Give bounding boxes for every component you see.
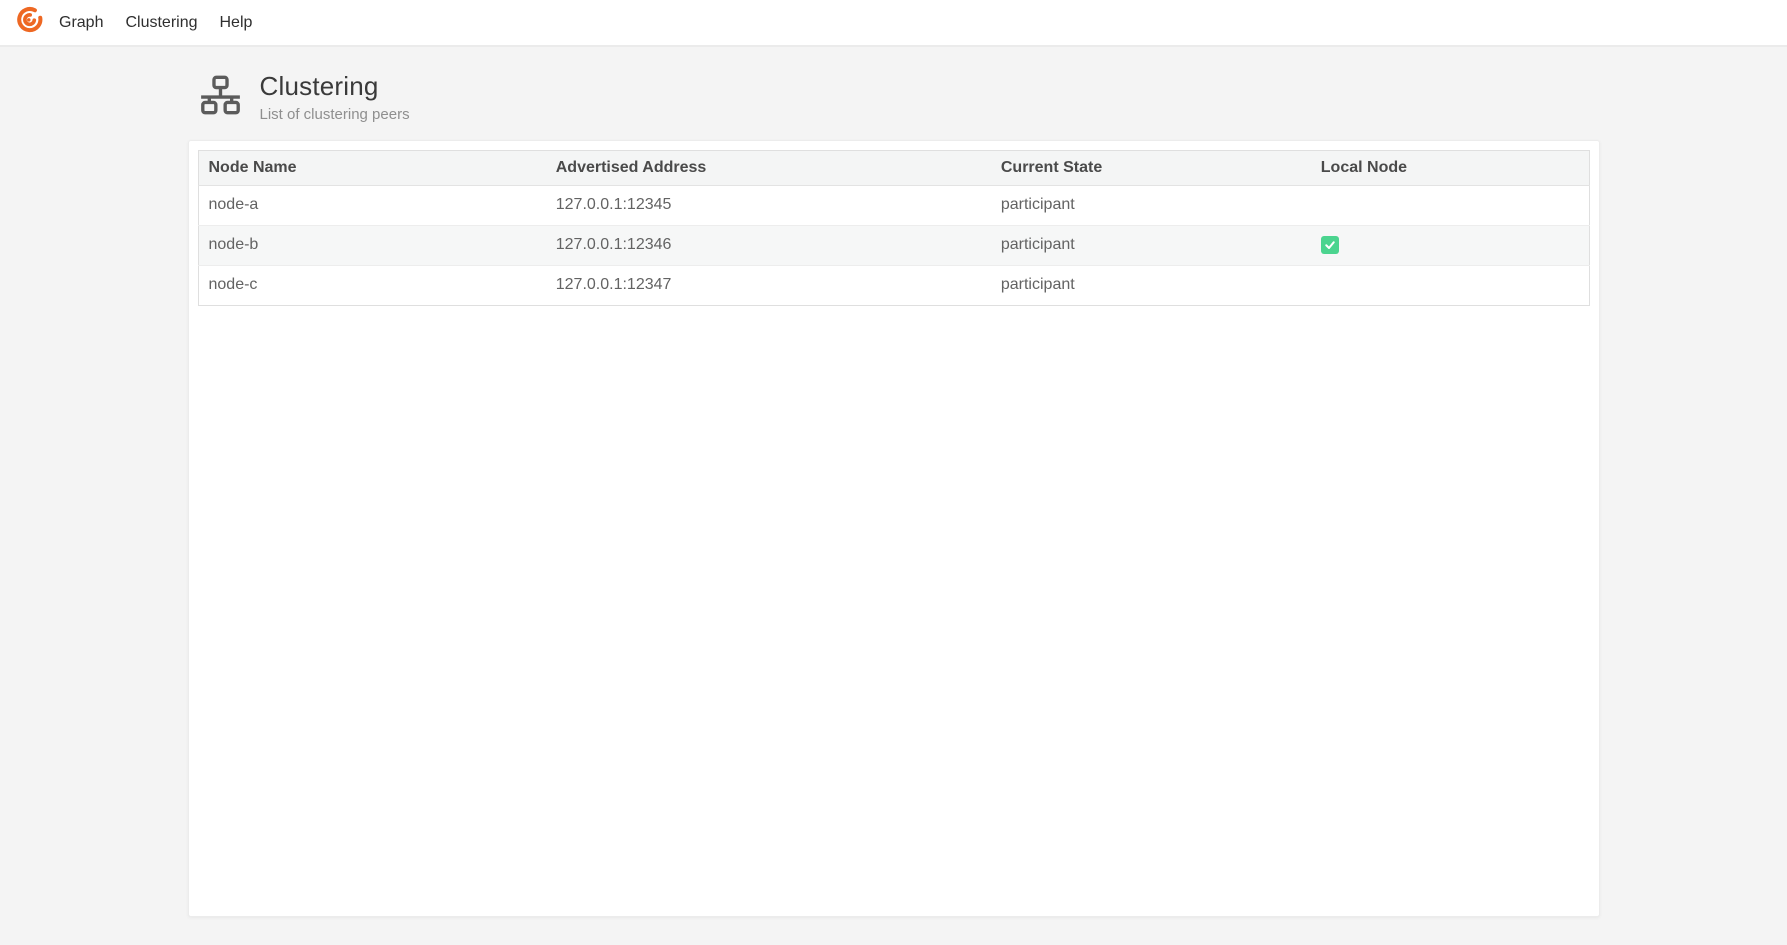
table-header-row: Node NameAdvertised AddressCurrent State…	[198, 150, 1589, 185]
page-content: Clustering List of clustering peers Node…	[0, 47, 1787, 917]
cell-node-name: node-c	[198, 265, 546, 305]
cell-current-state: participant	[991, 185, 1311, 225]
column-header-local-node: Local Node	[1311, 150, 1589, 185]
cell-local-node	[1311, 225, 1589, 265]
cell-local-node	[1311, 185, 1589, 225]
cell-local-node	[1311, 265, 1589, 305]
table-row-node-b: node-b127.0.0.1:12346participant	[198, 225, 1589, 265]
nav-item-clustering[interactable]: Clustering	[114, 0, 208, 45]
page-header: Clustering List of clustering peers	[200, 72, 1600, 123]
cell-current-state: participant	[991, 225, 1311, 265]
nav-item-graph[interactable]: Graph	[59, 0, 114, 45]
column-header-advertised-address: Advertised Address	[546, 150, 991, 185]
cell-current-state: participant	[991, 265, 1311, 305]
cell-node-name: node-a	[198, 185, 546, 225]
cell-advertised-address: 127.0.0.1:12346	[546, 225, 991, 265]
peers-card: Node NameAdvertised AddressCurrent State…	[188, 140, 1600, 917]
table-row-node-c: node-c127.0.0.1:12347participant	[198, 265, 1589, 305]
navbar-links: GraphClusteringHelp	[59, 0, 263, 45]
top-navbar: GraphClusteringHelp	[0, 0, 1787, 47]
peers-table: Node NameAdvertised AddressCurrent State…	[198, 150, 1590, 306]
spiral-logo-icon	[16, 6, 44, 39]
cell-advertised-address: 127.0.0.1:12345	[546, 185, 991, 225]
cell-advertised-address: 127.0.0.1:12347	[546, 265, 991, 305]
app-logo[interactable]	[16, 9, 44, 37]
page-title: Clustering	[260, 72, 410, 102]
page-subtitle: List of clustering peers	[260, 106, 410, 123]
column-header-node-name: Node Name	[198, 150, 546, 185]
table-row-node-a: node-a127.0.0.1:12345participant	[198, 185, 1589, 225]
column-header-current-state: Current State	[991, 150, 1311, 185]
nav-item-help[interactable]: Help	[209, 0, 264, 45]
local-node-checkbox[interactable]	[1321, 236, 1339, 254]
cell-node-name: node-b	[198, 225, 546, 265]
page-header-text: Clustering List of clustering peers	[260, 72, 410, 123]
network-lan-icon	[200, 75, 241, 121]
